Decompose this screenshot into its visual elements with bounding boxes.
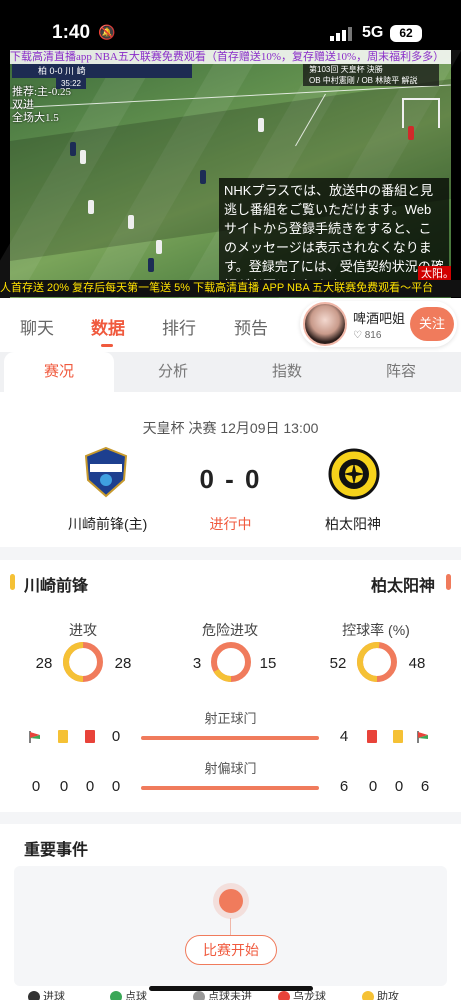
away-team-header: 柏太阳神: [371, 578, 436, 595]
yellow-card-icon: [393, 730, 403, 743]
attack-label: 进攻: [69, 622, 97, 638]
shots-off-bar: [141, 786, 319, 790]
match-status: 进行中: [209, 516, 252, 532]
legend-goal: 进球: [28, 988, 65, 1000]
subtab-status[interactable]: 赛况: [4, 352, 114, 392]
bell-muted-icon: 🔕: [98, 24, 116, 40]
corner-flag-icon: [29, 731, 40, 743]
red-card-icon: [367, 730, 377, 743]
home-red: 0: [85, 778, 95, 795]
possession-home: 52: [329, 655, 347, 672]
dangerous-away: 15: [259, 655, 277, 672]
tab-chat[interactable]: 聊天: [20, 314, 54, 339]
timeline-line: [230, 918, 231, 936]
odds-overlay: 推荐:主-0.25 双进 全场大1.5: [12, 86, 71, 124]
yellow-card-icon: [58, 730, 68, 743]
main-tabs: 聊天 数据 排行 预告 啤酒吧姐 ♡ 816 关注: [0, 298, 461, 352]
match-score: 0 - 0: [199, 464, 262, 494]
away-corners: 6: [420, 778, 430, 795]
shots-off-away: 6: [339, 778, 349, 795]
tv-scorebug: 柏 0-0 川 崎: [12, 64, 192, 78]
home-color-bar: [10, 574, 15, 590]
attack-home: 28: [35, 655, 53, 672]
tab-data[interactable]: 数据: [91, 314, 125, 339]
penalty-icon: [110, 991, 122, 1000]
possession-donut: [357, 642, 397, 682]
shots-on-home: 0: [111, 728, 121, 745]
legend-assist: 助攻: [362, 988, 399, 1000]
shots-off-label: 射偏球门: [204, 761, 257, 776]
anchor-card[interactable]: 啤酒吧姐 ♡ 816 关注: [300, 301, 457, 347]
ad-ticker[interactable]: 人首存送 20% 复存后每天第一笔送 5% 下载高清直播 APP NBA 五大联…: [0, 280, 461, 297]
battery-icon: 62: [390, 25, 422, 42]
possession-away: 48: [408, 655, 426, 672]
home-team-header: 川崎前锋: [24, 578, 89, 595]
active-tab-indicator: [101, 344, 113, 347]
events-timeline: 比赛开始: [14, 866, 447, 986]
home-indicator[interactable]: [149, 986, 313, 991]
network-type: 5G: [362, 24, 384, 41]
home-corners: 0: [31, 778, 41, 795]
red-card-icon: [85, 730, 95, 743]
dangerous-home: 3: [192, 655, 202, 672]
clock: 1:40: [52, 22, 91, 43]
attack-donut: [63, 642, 103, 682]
match-info: 天皇杯 决赛 12月09日 13:00: [142, 420, 319, 436]
events-title: 重要事件: [24, 842, 89, 859]
match-start-marker[interactable]: 比赛开始: [185, 935, 277, 965]
goal-frame: [402, 98, 440, 128]
dangerous-label: 危险进攻: [202, 622, 258, 638]
ball-icon: [28, 991, 40, 1000]
tab-preview[interactable]: 预告: [234, 314, 268, 339]
shots-on-bar: [141, 736, 319, 740]
shots-on-label: 射正球门: [204, 711, 257, 726]
timeline-dot: [219, 889, 243, 913]
tab-ranking[interactable]: 排行: [162, 314, 196, 339]
follow-button[interactable]: 关注: [410, 307, 454, 341]
possession-label: 控球率 (%): [342, 622, 410, 638]
corner-flag-icon: [417, 731, 428, 743]
subtab-analysis[interactable]: 分析: [118, 352, 228, 392]
own-goal-icon: [278, 991, 290, 1000]
attack-away: 28: [114, 655, 132, 672]
subtab-lineup[interactable]: 阵容: [346, 352, 456, 392]
legend-penalty: 点球: [110, 988, 147, 1000]
home-yellow: 0: [59, 778, 69, 795]
anchor-fans: ♡ 816: [353, 330, 382, 341]
signal-icon: [330, 27, 352, 41]
video-player[interactable]: 下载高清直播app NBA五大联赛免费观看（首存赠送10%，复存赠送10%，周末…: [0, 50, 461, 298]
away-red: 0: [368, 778, 378, 795]
penalty-missed-icon: [193, 991, 205, 1000]
shots-off-home: 0: [111, 778, 121, 795]
avatar[interactable]: [303, 302, 347, 346]
boot-icon: [362, 991, 374, 1000]
anchor-name: 啤酒吧姐: [353, 311, 406, 326]
stats-panel: 川崎前锋 柏太阳神 进攻 28 28 危险进攻 3 15 控球率 (%) 52 …: [0, 560, 461, 812]
nhk-notice: NHKプラスでは、放送中の番組と見逃し番組をご覧いただけます。Webサイトから登…: [219, 178, 449, 282]
key-events: 重要事件 比赛开始: [0, 824, 461, 1000]
away-yellow: 0: [394, 778, 404, 795]
subtab-index[interactable]: 指数: [232, 352, 342, 392]
sub-tabs: 赛况 分析 指数 阵容: [0, 352, 461, 392]
dangerous-donut: [211, 642, 251, 682]
away-team-name: 柏太阳神: [325, 516, 381, 532]
match-card: 天皇杯 决赛 12月09日 13:00 0 - 0 川崎前锋(主) 进行中 柏太…: [0, 392, 461, 547]
away-color-bar: [446, 574, 451, 590]
shots-on-away: 4: [339, 728, 349, 745]
ad-banner[interactable]: 下载高清直播app NBA五大联赛免费观看（首存赠送10%，复存赠送10%，周末…: [10, 50, 451, 64]
tv-info: 第103回 天皇杯 決勝 OB 中村憲剛 / OB 林陵平 解説: [303, 64, 439, 86]
status-bar: 1:40 🔕 5G 62: [0, 0, 461, 50]
